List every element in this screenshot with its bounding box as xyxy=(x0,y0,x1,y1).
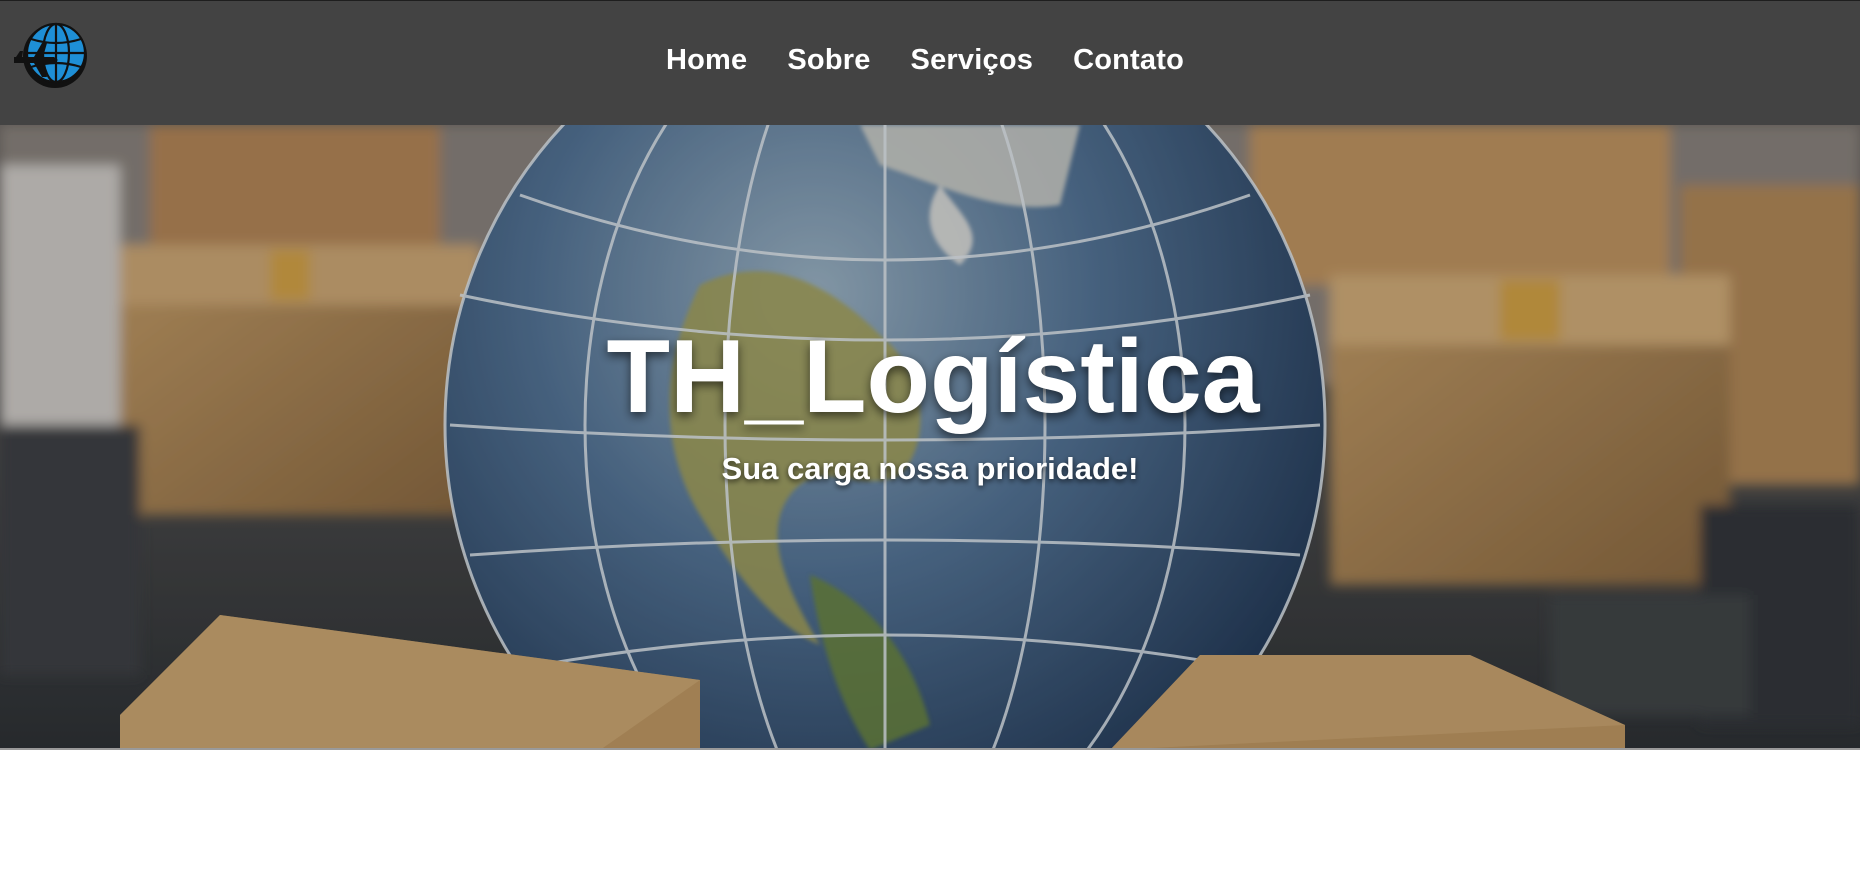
hero-overlay xyxy=(0,125,1860,748)
nav-sobre[interactable]: Sobre xyxy=(787,44,870,77)
hero-banner: TH_Logística Sua carga nossa prioridade! xyxy=(0,125,1860,750)
site-header: Home Sobre Serviços Contato xyxy=(0,0,1860,125)
nav-contato[interactable]: Contato xyxy=(1073,44,1184,77)
nav-home[interactable]: Home xyxy=(666,44,747,77)
nav-servicos[interactable]: Serviços xyxy=(911,44,1034,77)
main-nav: Home Sobre Serviços Contato xyxy=(0,1,1860,126)
hero-subtitle: Sua carga nossa prioridade! xyxy=(721,451,1139,486)
hero-title: TH_Logística xyxy=(606,319,1260,435)
